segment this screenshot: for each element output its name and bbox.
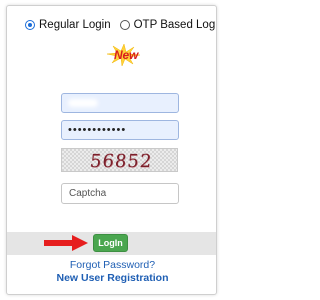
- new-badge-label: New: [114, 48, 139, 62]
- forgot-password-link[interactable]: Forgot Password?: [7, 259, 216, 271]
- username-redaction: [68, 99, 98, 107]
- captcha-input[interactable]: [61, 183, 179, 204]
- captcha-code: 56852: [88, 151, 154, 172]
- regular-login-label[interactable]: Regular Login: [39, 19, 111, 31]
- otp-login-label[interactable]: OTP Based Login: [134, 19, 216, 31]
- login-panel: Regular Login OTP Based Login New 56852: [6, 5, 217, 295]
- otp-login-radio[interactable]: [119, 20, 130, 30]
- regular-login-radio[interactable]: [25, 20, 35, 30]
- password-field[interactable]: [61, 120, 179, 140]
- new-user-registration-link[interactable]: New User Registration: [7, 272, 216, 284]
- new-badge: New: [106, 43, 141, 67]
- login-type-selector: Regular Login OTP Based Login: [25, 19, 216, 31]
- login-button[interactable]: LogIn: [93, 234, 128, 252]
- captcha-image: 56852: [61, 148, 178, 172]
- arrow-right-icon: [44, 235, 88, 251]
